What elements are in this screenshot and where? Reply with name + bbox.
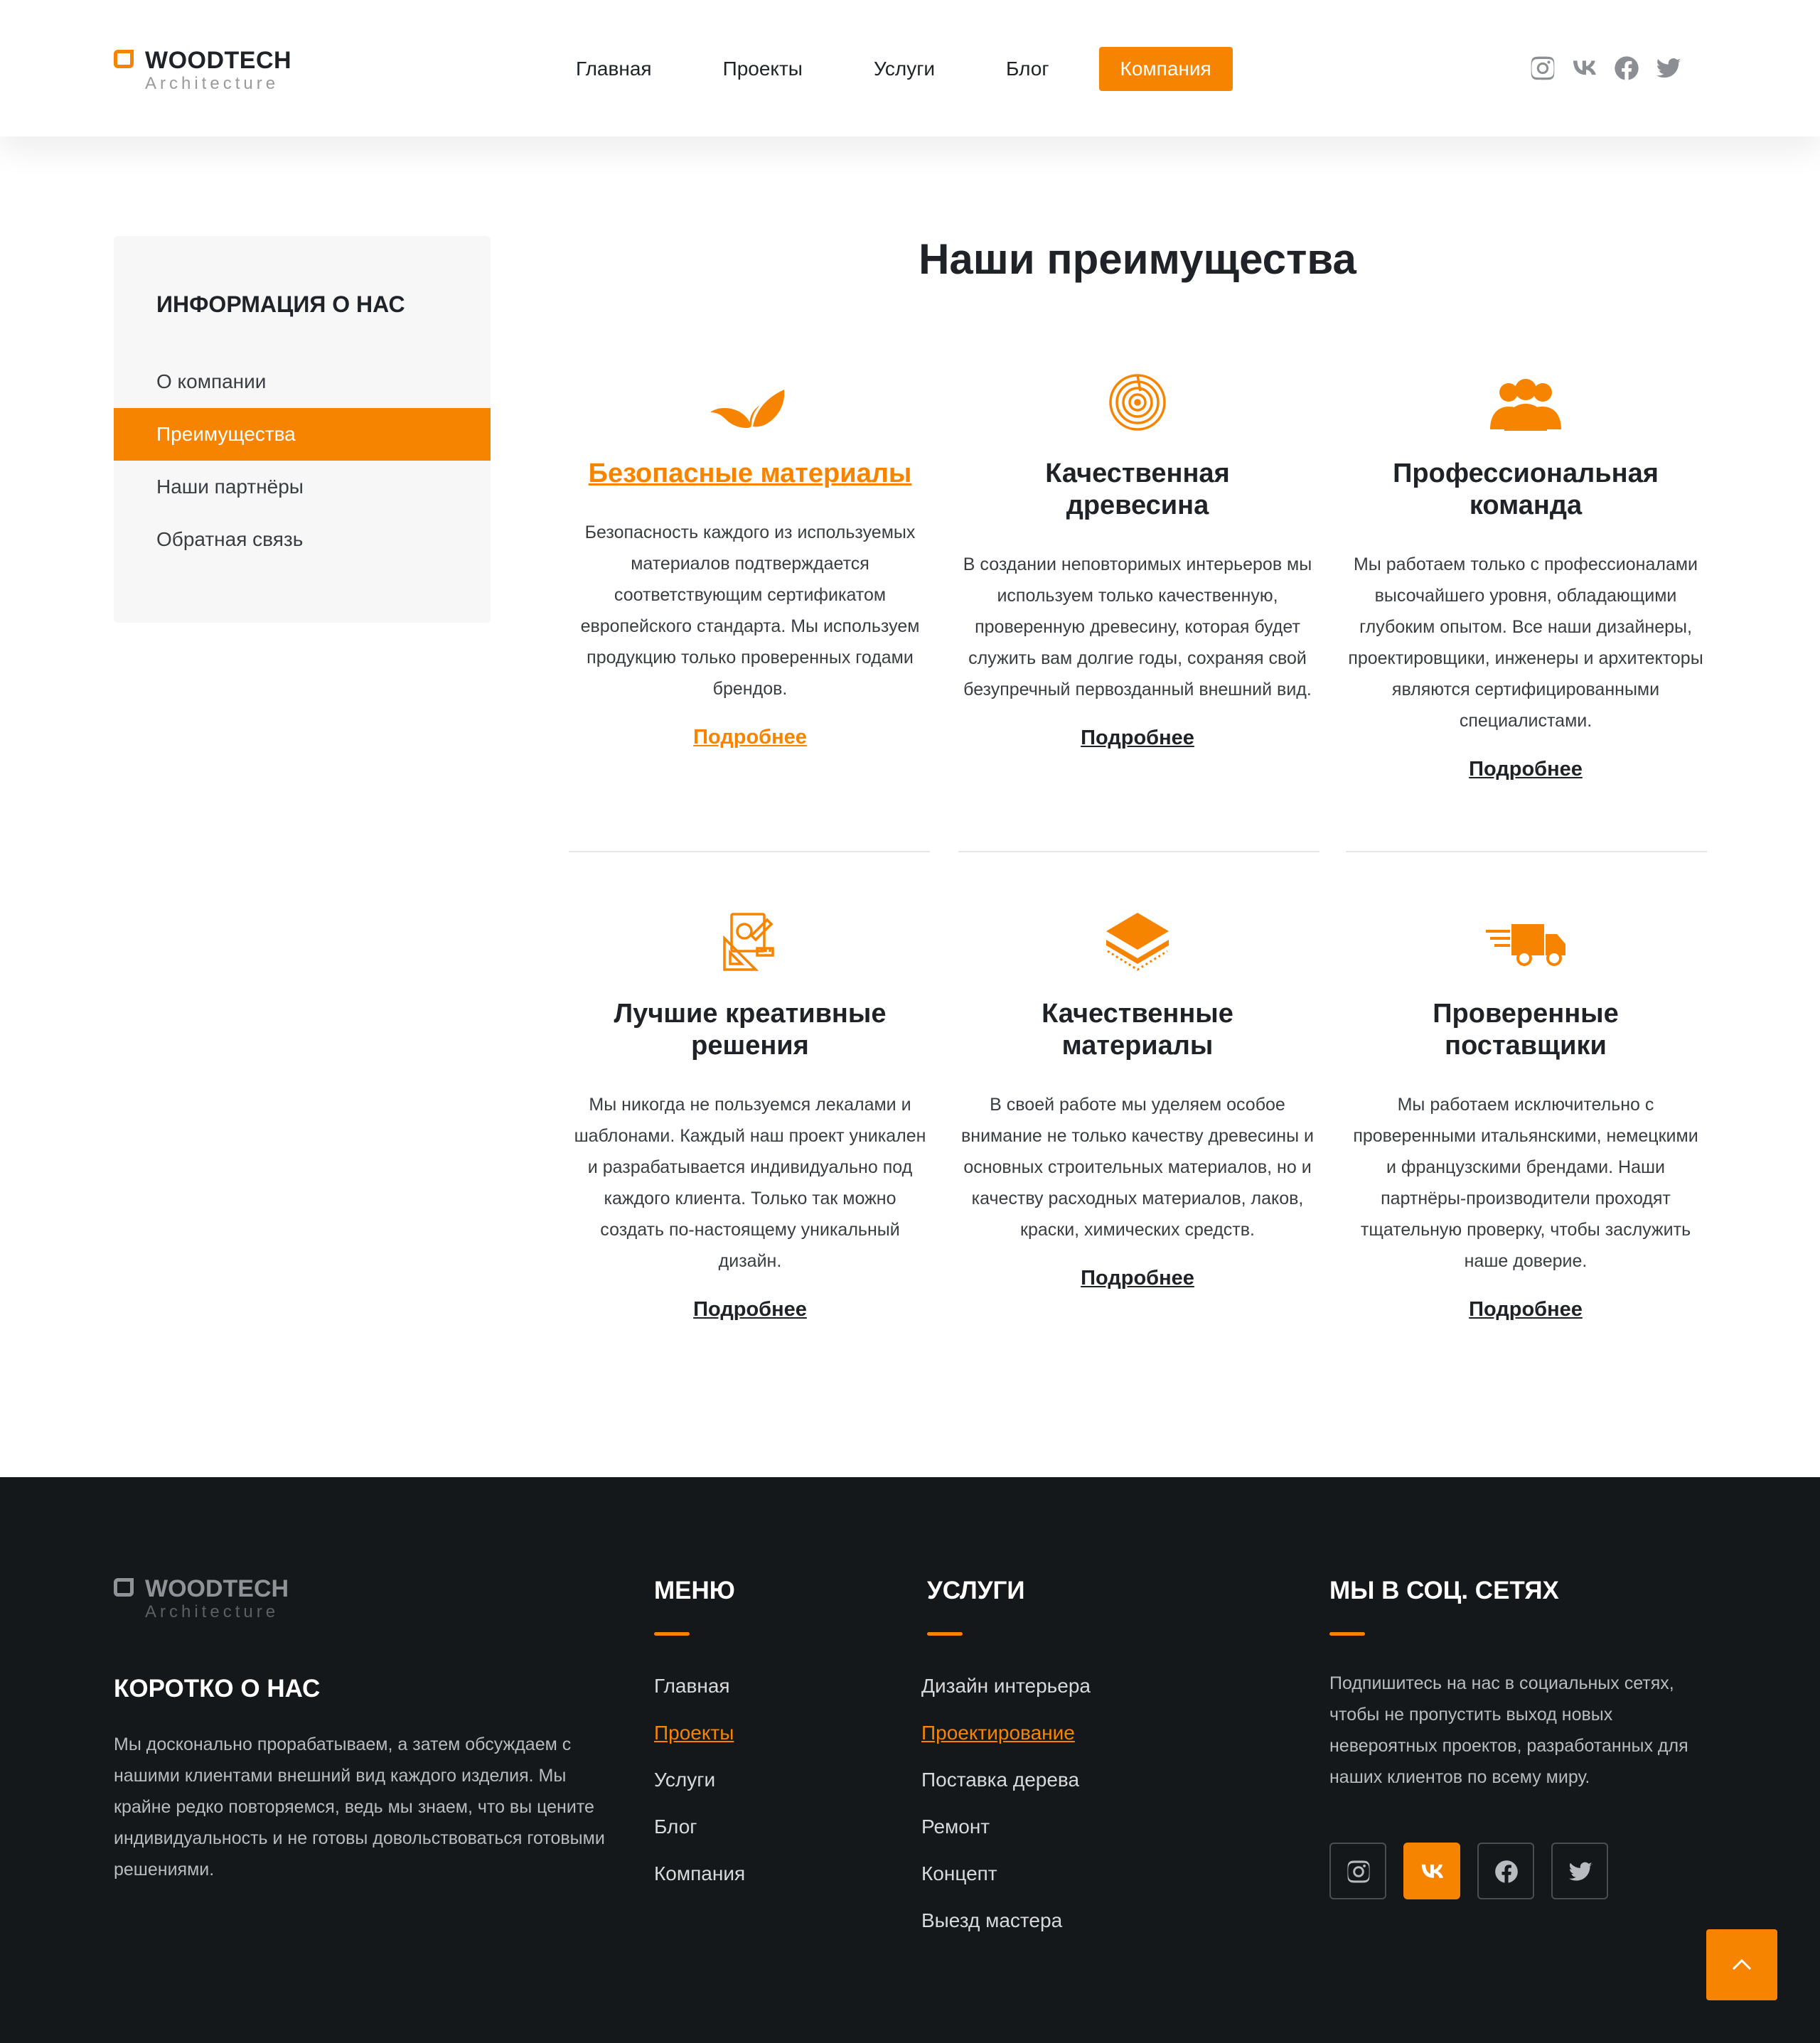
header-socials [1529,54,1696,82]
heading-underline [927,1632,963,1636]
footer-service-item[interactable]: Концепт [921,1862,1091,1909]
vk-icon[interactable] [1570,54,1599,82]
site-header: WOODTECH Architecture Главная Проекты Ус… [0,0,1820,136]
footer-service-item[interactable]: Ремонт [921,1816,1091,1862]
heading-underline [654,1632,690,1636]
card-more-link[interactable]: Подробнее [1081,1267,1194,1290]
layers-icon [1095,910,1180,974]
card-more-link[interactable]: Подробнее [1469,758,1583,781]
footer-service-item[interactable]: Поставка дерева [921,1769,1091,1816]
logo[interactable]: WOODTECH Architecture [114,47,299,97]
footer-about-text: Мы досконально прорабатываем, а затем об… [114,1734,605,1880]
footer-logo[interactable]: WOODTECH Architecture [114,1575,299,1625]
sidebar-item-about[interactable]: О компании [114,355,491,408]
card-text: Безопасность каждого из используемых мат… [580,522,920,699]
advantage-card: Безопасные материалы Безопасность каждог… [569,370,931,749]
logo-tagline: Architecture [145,74,279,93]
logo-name: WOODTECH [145,1575,289,1602]
card-text: Мы работаем исключительно с проверенными… [1353,1095,1698,1271]
card-title[interactable]: Профессиональная команда [1344,458,1707,522]
footer-menu-item[interactable]: Блог [654,1816,745,1862]
design-tools-icon [707,910,793,974]
card-more-link[interactable]: Подробнее [693,1298,807,1321]
heading-underline [1329,1632,1365,1636]
nav-item-company[interactable]: Компания [1098,47,1233,91]
card-text: Мы работаем только с профессионалами выс… [1348,554,1703,731]
card-title[interactable]: Качественные материалы [956,998,1319,1062]
advantage-card: Качественная древесина В создании неповт… [956,370,1319,750]
facebook-icon[interactable] [1612,54,1641,82]
instagram-icon[interactable] [1529,54,1557,82]
advantage-card: Профессиональная команда Мы работаем тол… [1344,370,1707,781]
sidebar-item-feedback[interactable]: Обратная связь [114,513,491,566]
facebook-icon[interactable] [1477,1843,1534,1899]
leaf-icon [707,370,793,434]
footer-service-item[interactable]: Выезд мастера [921,1909,1091,1956]
logo-tagline: Architecture [145,1602,279,1621]
card-more-link[interactable]: Подробнее [693,726,807,749]
chevron-up-icon [1732,1958,1752,1970]
footer-services-title: УСЛУГИ [927,1577,1025,1604]
footer-service-item[interactable]: Дизайн интерьера [921,1675,1091,1722]
sidebar-menu: О компании Преимущества Наши партнёры Об… [114,355,491,566]
footer-menu-item[interactable]: Компания [654,1862,745,1909]
page: WOODTECH Architecture Главная Проекты Ус… [0,0,1820,2043]
card-more-link[interactable]: Подробнее [1469,1298,1583,1321]
card-text: В своей работе мы уделяем особое внимани… [961,1095,1314,1240]
card-divider [1346,851,1707,852]
sidebar-item-partners[interactable]: Наши партнёры [114,461,491,513]
sidebar-title: ИНФОРМАЦИЯ О НАС [156,291,405,317]
footer-social-title: МЫ В СОЦ. СЕТЯХ [1329,1577,1559,1604]
card-title[interactable]: Безопасные материалы [569,458,931,490]
instagram-icon[interactable] [1329,1843,1386,1899]
footer-service-item[interactable]: Проектирование [921,1722,1091,1769]
card-title[interactable]: Лучшие креативные решения [569,998,931,1062]
card-more-link[interactable]: Подробнее [1081,726,1194,750]
card-title[interactable]: Качественная древесина [956,458,1319,522]
delivery-truck-icon [1483,910,1568,974]
page-title: Наши преимущества [919,235,1356,283]
logo-mark-icon [114,50,134,68]
nav-item-services[interactable]: Услуги [852,47,956,91]
advantage-card: Проверенные поставщики Мы работаем исклю… [1344,910,1707,1321]
team-icon [1483,370,1568,434]
main-nav: Главная Проекты Услуги Блог Компания [555,47,1261,91]
footer-services: Дизайн интерьера Проектирование Поставка… [921,1675,1091,1956]
footer-social-text: Подпишитесь на нас в социальных сетях, ч… [1329,1673,1688,1787]
advantage-card: Качественные материалы В своей работе мы… [956,910,1319,1290]
sidebar-item-advantages[interactable]: Преимущества [114,408,491,461]
advantage-card: Лучшие креативные решения Мы никогда не … [569,910,931,1321]
twitter-icon[interactable] [1654,54,1683,82]
footer-menu: Главная Проекты Услуги Блог Компания [654,1675,745,1909]
footer-menu-item[interactable]: Главная [654,1675,745,1722]
nav-item-blog[interactable]: Блог [985,47,1071,91]
tree-rings-icon [1095,370,1180,434]
nav-item-projects[interactable]: Проекты [702,47,824,91]
nav-item-home[interactable]: Главная [555,47,673,91]
footer-menu-item[interactable]: Проекты [654,1722,745,1769]
footer-menu-item[interactable]: Услуги [654,1769,745,1816]
vk-icon[interactable] [1403,1843,1460,1899]
scroll-to-top-button[interactable] [1706,1929,1777,2000]
logo-mark-icon [114,1578,134,1597]
card-title[interactable]: Проверенные поставщики [1344,998,1707,1062]
footer-menu-title: МЕНЮ [654,1577,735,1604]
card-divider [569,851,930,852]
twitter-icon[interactable] [1551,1843,1608,1899]
card-text: В создании неповторимых интерьеров мы ис… [963,554,1312,699]
logo-name: WOODTECH [145,47,292,74]
footer-socials [1329,1843,1625,1899]
card-divider [958,851,1320,852]
about-sidebar: ИНФОРМАЦИЯ О НАС О компании Преимущества… [114,236,491,623]
card-text: Мы никогда не пользуемся лекалами и шабл… [574,1095,926,1271]
footer-about-title: КОРОТКО О НАС [114,1675,321,1702]
